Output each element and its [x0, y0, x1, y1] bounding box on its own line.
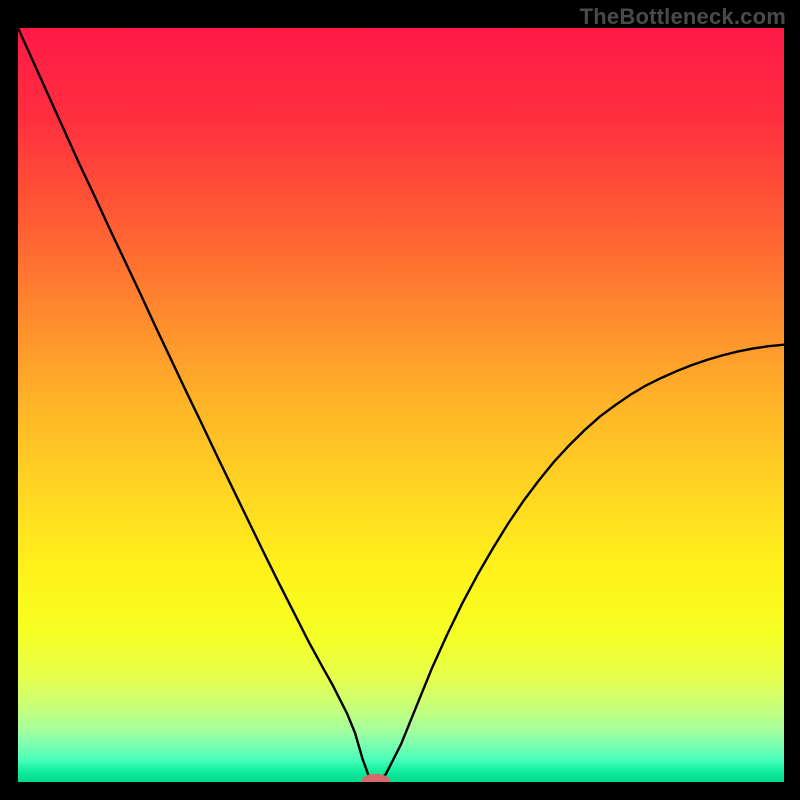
plot-area: [18, 28, 784, 782]
bottleneck-chart: [18, 28, 784, 782]
chart-frame: TheBottleneck.com: [0, 0, 800, 800]
gradient-background: [18, 28, 784, 782]
watermark-text: TheBottleneck.com: [580, 4, 786, 30]
